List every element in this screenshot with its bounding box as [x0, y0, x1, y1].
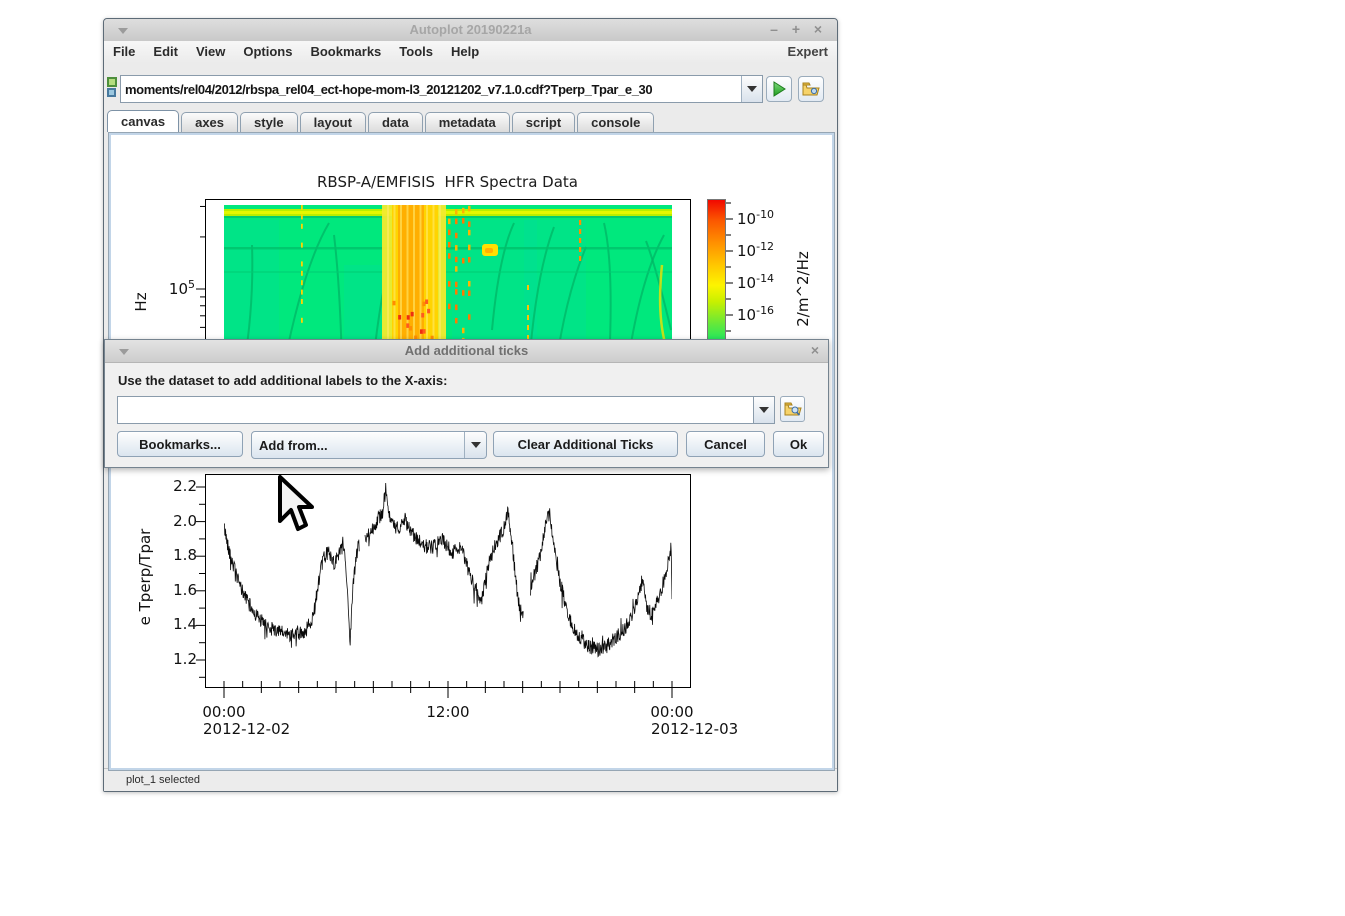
- dialog-close-icon[interactable]: ×: [811, 342, 819, 358]
- expert-mode-label[interactable]: Expert: [788, 44, 828, 59]
- tab-console[interactable]: console: [577, 112, 655, 132]
- menu-file[interactable]: File: [104, 41, 144, 59]
- timeseries-ytick-label: 1.2: [173, 650, 197, 668]
- menu-bookmarks[interactable]: Bookmarks: [301, 41, 390, 59]
- uri-address-field: [120, 75, 763, 103]
- tab-layout[interactable]: layout: [299, 112, 366, 132]
- spectrogram-ylabel: Hz: [132, 292, 150, 312]
- close-button[interactable]: ×: [807, 21, 829, 37]
- maximize-button[interactable]: +: [785, 21, 807, 37]
- dialog-title: Add additional ticks: [404, 343, 529, 358]
- chevron-down-icon: [470, 442, 481, 448]
- folder-search-icon: [784, 402, 802, 416]
- timeseries-ytick-label: 1.6: [173, 580, 197, 599]
- chevron-down-icon: [759, 407, 769, 413]
- colorbar-unit-label: 2/m^2/Hz: [794, 251, 812, 327]
- menu-view[interactable]: View: [187, 41, 234, 59]
- chevron-down-icon: [747, 86, 757, 92]
- go-plot-button[interactable]: [766, 76, 792, 102]
- add-from-combobox[interactable]: Add from...: [251, 431, 487, 459]
- file-browser-button[interactable]: [798, 76, 824, 102]
- tab-script[interactable]: script: [511, 112, 576, 132]
- timeseries-ytick-label: 1.8: [173, 546, 197, 565]
- inspect-uri-button[interactable]: [780, 396, 805, 422]
- timeseries-xtick-time: 00:00: [650, 703, 694, 721]
- tab-canvas[interactable]: canvas: [107, 110, 180, 132]
- combo-arrow-button[interactable]: [464, 432, 486, 458]
- dialog-titlebar[interactable]: Add additional ticks ×: [105, 340, 828, 363]
- timeseries-ytick-label: 2.2: [173, 477, 197, 495]
- status-text: plot_1 selected: [126, 774, 200, 786]
- tab-axes[interactable]: axes: [181, 112, 239, 132]
- desktop: Autoplot 20190221a – + × File Edit View Optio…: [0, 0, 1345, 916]
- mouse-cursor: [278, 475, 314, 531]
- spectrogram-title: RBSP-A/EMFISIS HFR Spectra Data: [317, 173, 578, 191]
- add-from-value: Add from...: [259, 437, 328, 453]
- timeseries-xtick-date: 2012-12-02: [203, 720, 291, 738]
- timeseries-xtick-date: 2012-12-03: [651, 720, 739, 738]
- bookmarks-button[interactable]: Bookmarks...: [117, 431, 243, 457]
- autoplot-window: Autoplot 20190221a – + × File Edit View Optio…: [103, 18, 838, 792]
- dialog-prompt: Use the dataset to add additional labels…: [118, 373, 448, 388]
- spectrogram-ytick-label: 105: [168, 278, 195, 298]
- status-bar: plot_1 selected: [104, 768, 837, 791]
- tab-style[interactable]: style: [240, 112, 298, 132]
- uri-toolbar: [104, 63, 837, 111]
- timeseries-ytick-label: 1.4: [173, 615, 197, 634]
- uri-status-icon: [107, 77, 117, 98]
- timeseries-xtick-time: 00:00: [202, 703, 246, 721]
- dataset-dropdown-button[interactable]: [754, 396, 775, 424]
- menu-help[interactable]: Help: [442, 41, 488, 59]
- tab-metadata[interactable]: metadata: [424, 112, 510, 132]
- folder-open-icon: [802, 82, 820, 96]
- window-title: Autoplot 20190221a: [409, 22, 532, 37]
- timeseries-xtick-time: 12:00: [426, 703, 470, 721]
- menu-edit[interactable]: Edit: [144, 41, 187, 59]
- window-titlebar[interactable]: Autoplot 20190221a – + ×: [104, 19, 837, 42]
- play-icon: [773, 81, 786, 97]
- menu-options[interactable]: Options: [234, 41, 301, 59]
- menubar: File Edit View Options Bookmarks Tools Help Ex…: [104, 41, 837, 64]
- uri-input[interactable]: [121, 76, 741, 102]
- add-ticks-dialog: Add additional ticks × Use the dataset t…: [104, 339, 829, 468]
- tab-data[interactable]: data: [367, 112, 423, 132]
- minimize-button[interactable]: –: [763, 21, 785, 37]
- dataset-uri-input[interactable]: [117, 396, 754, 424]
- green-square-icon: [107, 77, 117, 87]
- timeseries-ytick-label: 2.0: [173, 511, 197, 530]
- tab-bar: canvas axes style layout data metadata script c…: [107, 110, 837, 132]
- blue-square-icon: [107, 88, 116, 97]
- clear-additional-ticks-button[interactable]: Clear Additional Ticks: [493, 431, 678, 457]
- cancel-button[interactable]: Cancel: [686, 431, 765, 457]
- ok-button[interactable]: Ok: [773, 431, 824, 457]
- uri-history-dropdown[interactable]: [741, 76, 762, 102]
- colorbar-tick-label: 10-10: [737, 208, 775, 228]
- menu-tools[interactable]: Tools: [390, 41, 442, 59]
